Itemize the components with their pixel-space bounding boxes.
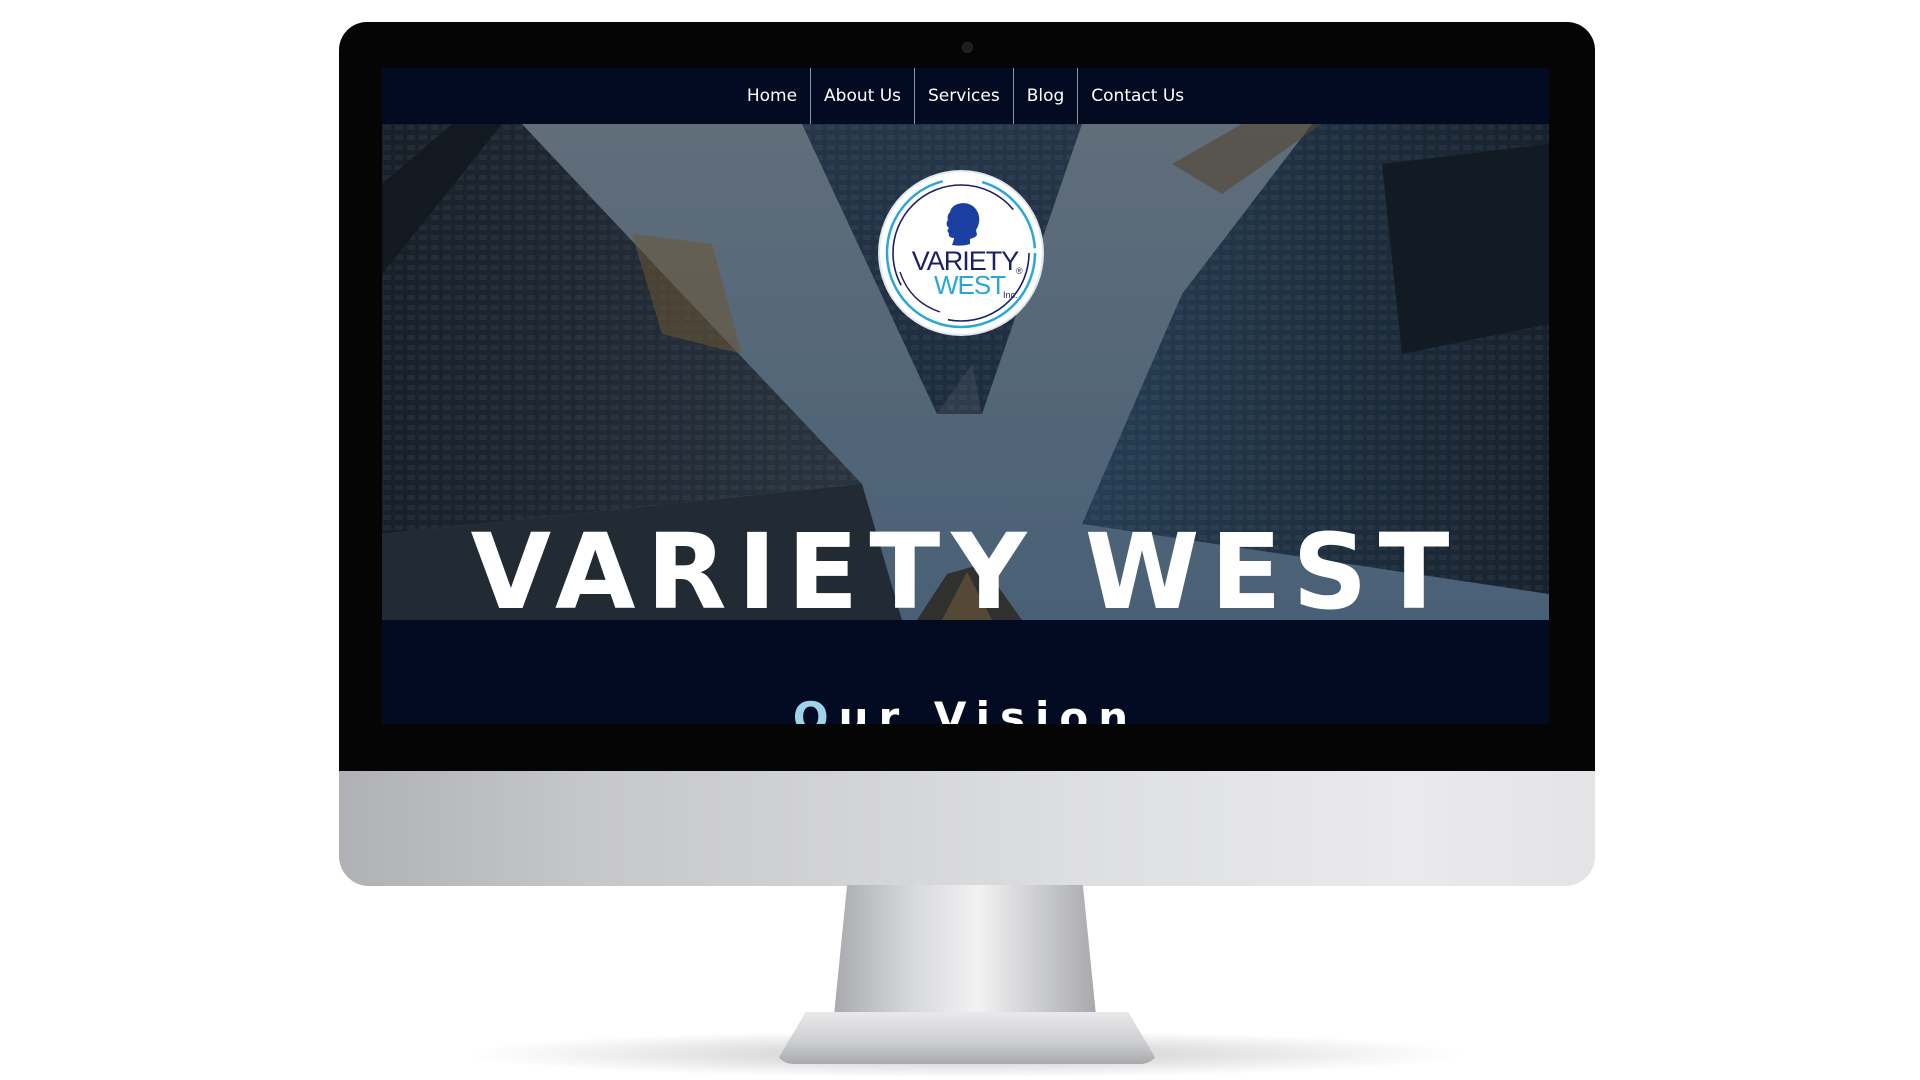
mockup-stage: Home About Us Services Blog Contact Us V… (0, 0, 1920, 1080)
hero-title: VARIETY WEST (470, 510, 1461, 620)
nav-blog[interactable]: Blog (1012, 68, 1078, 124)
nav-contact-us[interactable]: Contact Us (1077, 68, 1197, 124)
website-screen: Home About Us Services Blog Contact Us V… (382, 68, 1549, 724)
variety-west-logo[interactable]: VARIETY ® WEST Inc. (880, 172, 1042, 334)
vision-heading-first-letter: O (792, 692, 839, 724)
logo-text-west: WEST (934, 270, 1006, 300)
vision-heading-rest: ur Vision (838, 692, 1139, 724)
nav-home[interactable]: Home (734, 68, 810, 124)
logo-text-inc: Inc. (1003, 290, 1018, 300)
hero-banner: VARIETY ® WEST Inc. VARIETY WEST (382, 124, 1549, 620)
head-silhouette-icon (946, 203, 980, 246)
monitor-stand-neck (834, 885, 1096, 1015)
camera-icon (962, 42, 973, 53)
nav-about-us[interactable]: About Us (810, 68, 914, 124)
vision-section: Our Vision (382, 620, 1549, 724)
logo-registered-mark: ® (1016, 266, 1023, 276)
vision-heading: Our Vision (382, 693, 1549, 724)
monitor-stand-base (775, 1012, 1159, 1064)
nav-services[interactable]: Services (914, 68, 1013, 124)
monitor-chin (339, 771, 1595, 886)
main-navigation: Home About Us Services Blog Contact Us (382, 68, 1549, 124)
